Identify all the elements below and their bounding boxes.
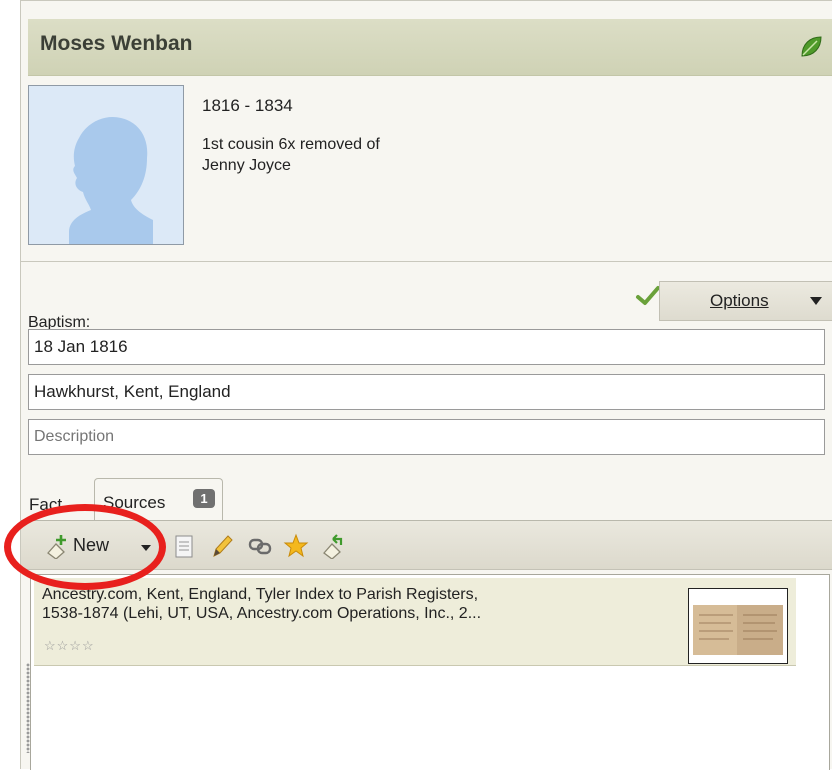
back-arrow-icon[interactable] <box>321 533 347 559</box>
sources-toolbar: New <box>21 520 832 570</box>
section-divider <box>21 261 832 262</box>
new-source-icon[interactable] <box>45 533 71 559</box>
tab-sources-label: Sources <box>103 493 166 512</box>
person-photo[interactable] <box>28 85 184 245</box>
options-button[interactable]: Options <box>659 281 832 321</box>
relationship-line-2: Jenny Joyce <box>202 157 291 174</box>
list-item[interactable]: Ancestry.com, Kent, England, Tyler Index… <box>34 578 796 666</box>
person-name: Moses Wenban <box>40 32 193 55</box>
fact-description-field[interactable] <box>28 419 825 455</box>
checkmark-icon <box>636 286 660 305</box>
document-icon[interactable] <box>171 533 197 559</box>
document-image <box>693 605 783 655</box>
new-dropdown-icon[interactable] <box>141 545 151 551</box>
sources-count-badge: 1 <box>193 489 215 508</box>
edit-pencil-icon[interactable] <box>209 533 235 559</box>
options-label: Options <box>710 291 769 310</box>
link-icon[interactable] <box>247 533 273 559</box>
lifespan: 1816 - 1834 <box>202 96 293 115</box>
new-button[interactable]: New <box>73 535 109 556</box>
avatar-silhouette <box>69 116 153 244</box>
source-thumbnail[interactable] <box>688 588 788 664</box>
tab-fact[interactable]: Fact <box>28 484 94 520</box>
source-citation-line-1: Ancestry.com, Kent, England, Tyler Index… <box>42 586 479 603</box>
star-icon[interactable] <box>283 533 309 559</box>
source-rating[interactable]: ☆☆☆☆ <box>44 638 95 654</box>
leaf-icon[interactable] <box>798 34 824 60</box>
person-header: Moses Wenban <box>28 19 832 76</box>
source-citation: Ancestry.com, Kent, England, Tyler Index… <box>42 585 682 623</box>
relationship-line-1: 1st cousin 6x removed of <box>202 136 380 153</box>
fact-date-field[interactable] <box>28 329 825 365</box>
relationship: 1st cousin 6x removed of Jenny Joyce <box>202 134 380 176</box>
tab-sources[interactable]: Sources 1 <box>94 478 223 520</box>
person-panel: Moses Wenban 1816 - 1834 1st cousin 6x r… <box>20 0 832 770</box>
source-citation-line-2: 1538-1874 (Lehi, UT, USA, Ancestry.com O… <box>42 605 482 622</box>
sources-list: Ancestry.com, Kent, England, Tyler Index… <box>30 574 830 770</box>
chevron-down-icon <box>810 297 822 305</box>
fact-place-field[interactable] <box>28 374 825 410</box>
